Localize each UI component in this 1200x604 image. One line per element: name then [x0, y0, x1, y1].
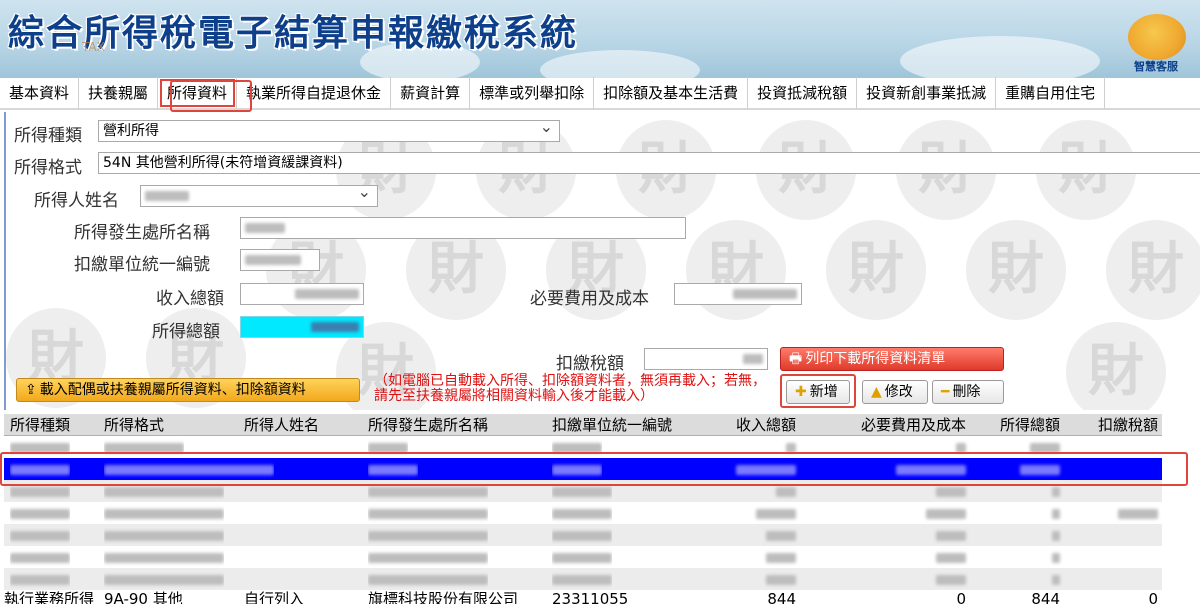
- table-header-row: 所得種類 所得格式 所得人姓名 所得發生處所名稱 扣繳單位統一編號 收入總額 必…: [4, 414, 1162, 436]
- withholding-label: 扣繳稅額: [556, 354, 624, 374]
- edit-button[interactable]: ▲ 修改: [862, 380, 928, 404]
- tab-investment-credit[interactable]: 投資抵減稅額: [748, 77, 858, 109]
- printer-icon: 🖶: [789, 351, 803, 367]
- income-form: 財 財 財 財 財 財 財 財 財 財 財 財 財 財 財 財 財 所得種類 營…: [4, 112, 1200, 410]
- app-header: 綜合所得稅電子結算申報繳稅系統 TAX 智慧客服: [0, 0, 1200, 78]
- income-format-label: 所得格式: [14, 158, 82, 178]
- print-download-button[interactable]: 🖶 列印下載所得資料清單: [780, 347, 1004, 371]
- redacted-value: [743, 354, 763, 364]
- payer-name-input[interactable]: [240, 217, 686, 239]
- earner-name-label: 所得人姓名: [34, 191, 119, 211]
- tax-mark: TAX: [82, 40, 105, 54]
- watermark-seal: 財: [686, 220, 786, 320]
- income-table: 所得種類 所得格式 所得人姓名 所得發生處所名稱 扣繳單位統一編號 收入總額 必…: [4, 414, 1162, 604]
- income-type-value: 營利所得: [103, 123, 159, 139]
- tab-dependents[interactable]: 扶養親屬: [79, 77, 159, 109]
- total-income-field: [240, 316, 364, 338]
- tab-salary-calc[interactable]: 薪資計算: [391, 77, 471, 109]
- total-income-label: 所得總額: [152, 322, 220, 342]
- expenses-input[interactable]: [674, 283, 802, 305]
- withholding-input[interactable]: [644, 348, 768, 370]
- watermark-seal: 財: [1106, 220, 1200, 320]
- income-format-field[interactable]: 54N 其他營利所得(未符增資緩課資料): [98, 152, 1200, 174]
- watermark-seal: 財: [966, 220, 1066, 320]
- header-cloud: [900, 36, 1100, 78]
- income-type-select[interactable]: 營利所得: [98, 120, 560, 142]
- tab-deductions[interactable]: 標準或列舉扣除: [470, 77, 595, 109]
- selected-row-highlight: [0, 452, 1188, 486]
- payer-id-label: 扣繳單位統一編號: [74, 255, 210, 275]
- column-header[interactable]: 所得人姓名: [244, 414, 364, 436]
- redacted-value: [295, 289, 359, 299]
- table-row[interactable]: [4, 502, 1162, 524]
- column-header[interactable]: 扣繳單位統一編號: [552, 414, 692, 436]
- redacted-value: [245, 223, 285, 233]
- income-format-value: 54N 其他營利所得(未符增資緩課資料): [103, 155, 343, 171]
- table-row[interactable]: [4, 524, 1162, 546]
- smart-service-label[interactable]: 智慧客服: [1134, 58, 1178, 74]
- redacted-value: [145, 191, 189, 201]
- column-header[interactable]: 扣繳稅額: [1064, 414, 1162, 436]
- column-header[interactable]: 所得格式: [104, 414, 240, 436]
- tab-startup-credit[interactable]: 投資新創事業抵減: [857, 77, 997, 109]
- gross-income-input[interactable]: [240, 283, 364, 305]
- delete-button[interactable]: ━ 刪除: [932, 380, 1004, 404]
- load-note: （如電腦已自動載入所得、扣除額資料者，無須再載入；若無，請先至扶養親屬將相關資料…: [374, 373, 766, 404]
- column-header[interactable]: 所得總額: [970, 414, 1064, 436]
- load-dependents-button[interactable]: ⇪ 載入配偶或扶養親屬所得資料、扣除額資料: [16, 378, 360, 402]
- column-header[interactable]: 必要費用及成本: [800, 414, 970, 436]
- column-header[interactable]: 所得發生處所名稱: [368, 414, 548, 436]
- edit-icon: ▲: [871, 384, 882, 400]
- redacted-value: [733, 289, 797, 299]
- expenses-label: 必要費用及成本: [530, 289, 649, 309]
- income-type-label: 所得種類: [14, 126, 82, 146]
- tab-basic-info[interactable]: 基本資料: [0, 77, 80, 109]
- tab-practice-pension[interactable]: 執業所得自提退休金: [237, 77, 392, 109]
- column-header[interactable]: 收入總額: [692, 414, 800, 436]
- gross-income-label: 收入總額: [156, 289, 224, 309]
- redacted-value: [245, 255, 301, 265]
- payer-name-label: 所得發生處所名稱: [74, 223, 210, 243]
- watermark-seal: 財: [1066, 322, 1166, 410]
- tab-house-repurchase[interactable]: 重購自用住宅: [996, 77, 1106, 109]
- add-button-highlight: [780, 374, 856, 408]
- table-row[interactable]: 執行業務所得 9A-90 其他 自行列入 旗標科技股份有限公司 23311055…: [4, 588, 1162, 604]
- import-icon: ⇪: [25, 382, 37, 398]
- tab-basic-living[interactable]: 扣除額及基本生活費: [594, 77, 749, 109]
- mascot-icon[interactable]: [1128, 14, 1186, 60]
- table-row[interactable]: [4, 546, 1162, 568]
- minus-icon: ━: [941, 384, 950, 400]
- column-header[interactable]: 所得種類: [10, 414, 100, 436]
- watermark-seal: 財: [826, 220, 926, 320]
- payer-id-input[interactable]: [240, 249, 320, 271]
- table-row[interactable]: [4, 568, 1162, 590]
- tab-income-data-highlight: [170, 80, 252, 112]
- redacted-value: [311, 322, 359, 332]
- earner-name-select[interactable]: [140, 185, 378, 207]
